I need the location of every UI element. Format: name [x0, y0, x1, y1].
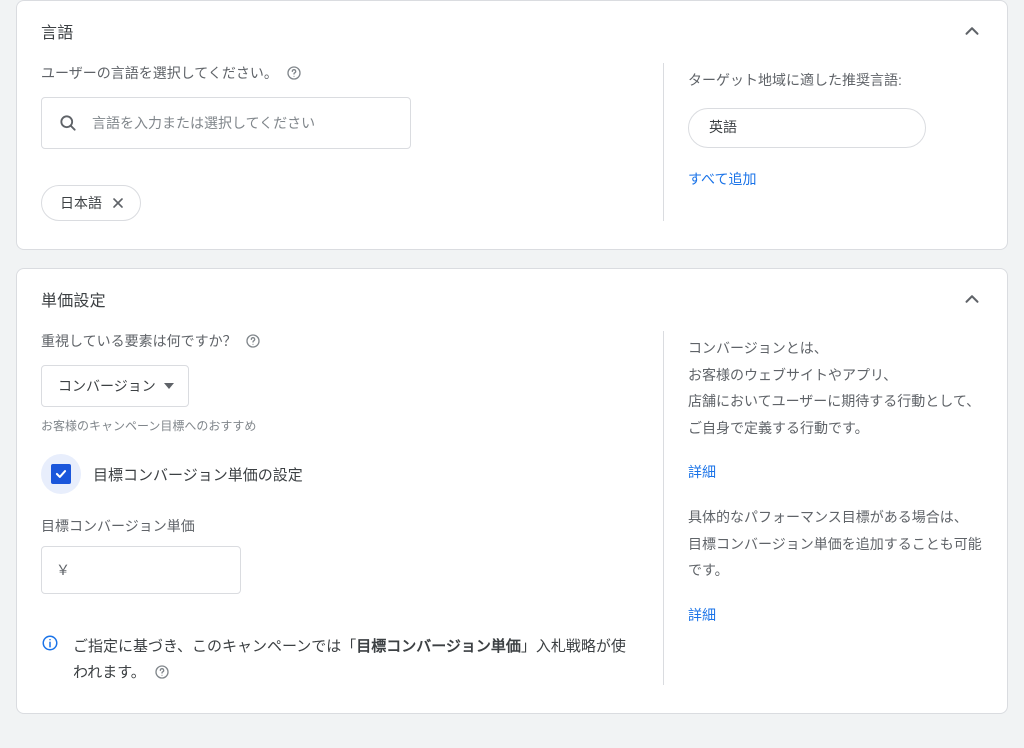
- search-icon: [58, 113, 78, 133]
- language-search[interactable]: [41, 97, 411, 149]
- target-cpa-input[interactable]: ￥: [41, 546, 241, 594]
- language-prompt: ユーザーの言語を選択してください。: [41, 63, 278, 83]
- bidding-title: 単価設定: [41, 287, 106, 311]
- caret-down-icon: [164, 381, 174, 391]
- info-icon: [41, 634, 59, 652]
- pill-label: 英語: [709, 114, 737, 141]
- language-title: 言語: [41, 19, 73, 43]
- help-icon[interactable]: [245, 333, 261, 349]
- chip-label: 日本語: [60, 193, 102, 213]
- help-icon[interactable]: [154, 664, 170, 680]
- currency-symbol: ￥: [56, 560, 70, 580]
- target-cpa-checkbox[interactable]: [51, 464, 71, 484]
- focus-label: 重視している要素は何ですか？: [41, 331, 237, 351]
- language-search-input[interactable]: [90, 114, 394, 132]
- focus-value: コンバージョン: [58, 376, 156, 396]
- suggested-language-pill[interactable]: 英語: [688, 108, 926, 148]
- suggested-languages-title: ターゲット地域に適した推奨言語:: [688, 67, 983, 94]
- focus-dropdown[interactable]: コンバージョン: [41, 365, 189, 407]
- language-chip-japanese[interactable]: 日本語: [41, 185, 141, 221]
- info-prefix: ご指定に基づき、このキャンペーンでは「: [73, 638, 356, 655]
- add-all-link[interactable]: すべて追加: [688, 166, 756, 193]
- bidding-card-header[interactable]: 単価設定: [17, 269, 1007, 325]
- target-cpa-checkbox-label: 目標コンバージョン単価の設定: [93, 464, 303, 485]
- close-icon[interactable]: [110, 195, 126, 211]
- conversion-explainer-1: コンバージョンとは、 お客様のウェブサイトやアプリ、 店舗においてユーザーに期待…: [688, 335, 983, 441]
- bidding-card: 単価設定 重視している要素は何ですか？ コンバージョン お客様のキャンペーン目標…: [16, 268, 1008, 714]
- recommendation-helper: お客様のキャンペーン目標へのおすすめ: [41, 417, 631, 434]
- strategy-info: ご指定に基づき、このキャンペーンでは「目標コンバージョン単価」入札戦略が使われま…: [41, 634, 631, 685]
- chevron-up-icon[interactable]: [961, 20, 983, 42]
- target-cpa-label: 目標コンバージョン単価: [41, 516, 631, 536]
- chevron-up-icon[interactable]: [961, 288, 983, 310]
- conversion-explainer-2: 具体的なパフォーマンス目標がある場合は、 目標コンバージョン単価を追加することも…: [688, 504, 983, 584]
- target-cpa-checkbox-bg: [41, 454, 81, 494]
- language-card: 言語 ユーザーの言語を選択してください。 日本語: [16, 0, 1008, 250]
- help-icon[interactable]: [286, 65, 302, 81]
- language-card-header[interactable]: 言語: [17, 1, 1007, 57]
- details-link-2[interactable]: 詳細: [688, 602, 716, 629]
- info-bold: 目標コンバージョン単価: [356, 638, 521, 655]
- details-link-1[interactable]: 詳細: [688, 459, 716, 486]
